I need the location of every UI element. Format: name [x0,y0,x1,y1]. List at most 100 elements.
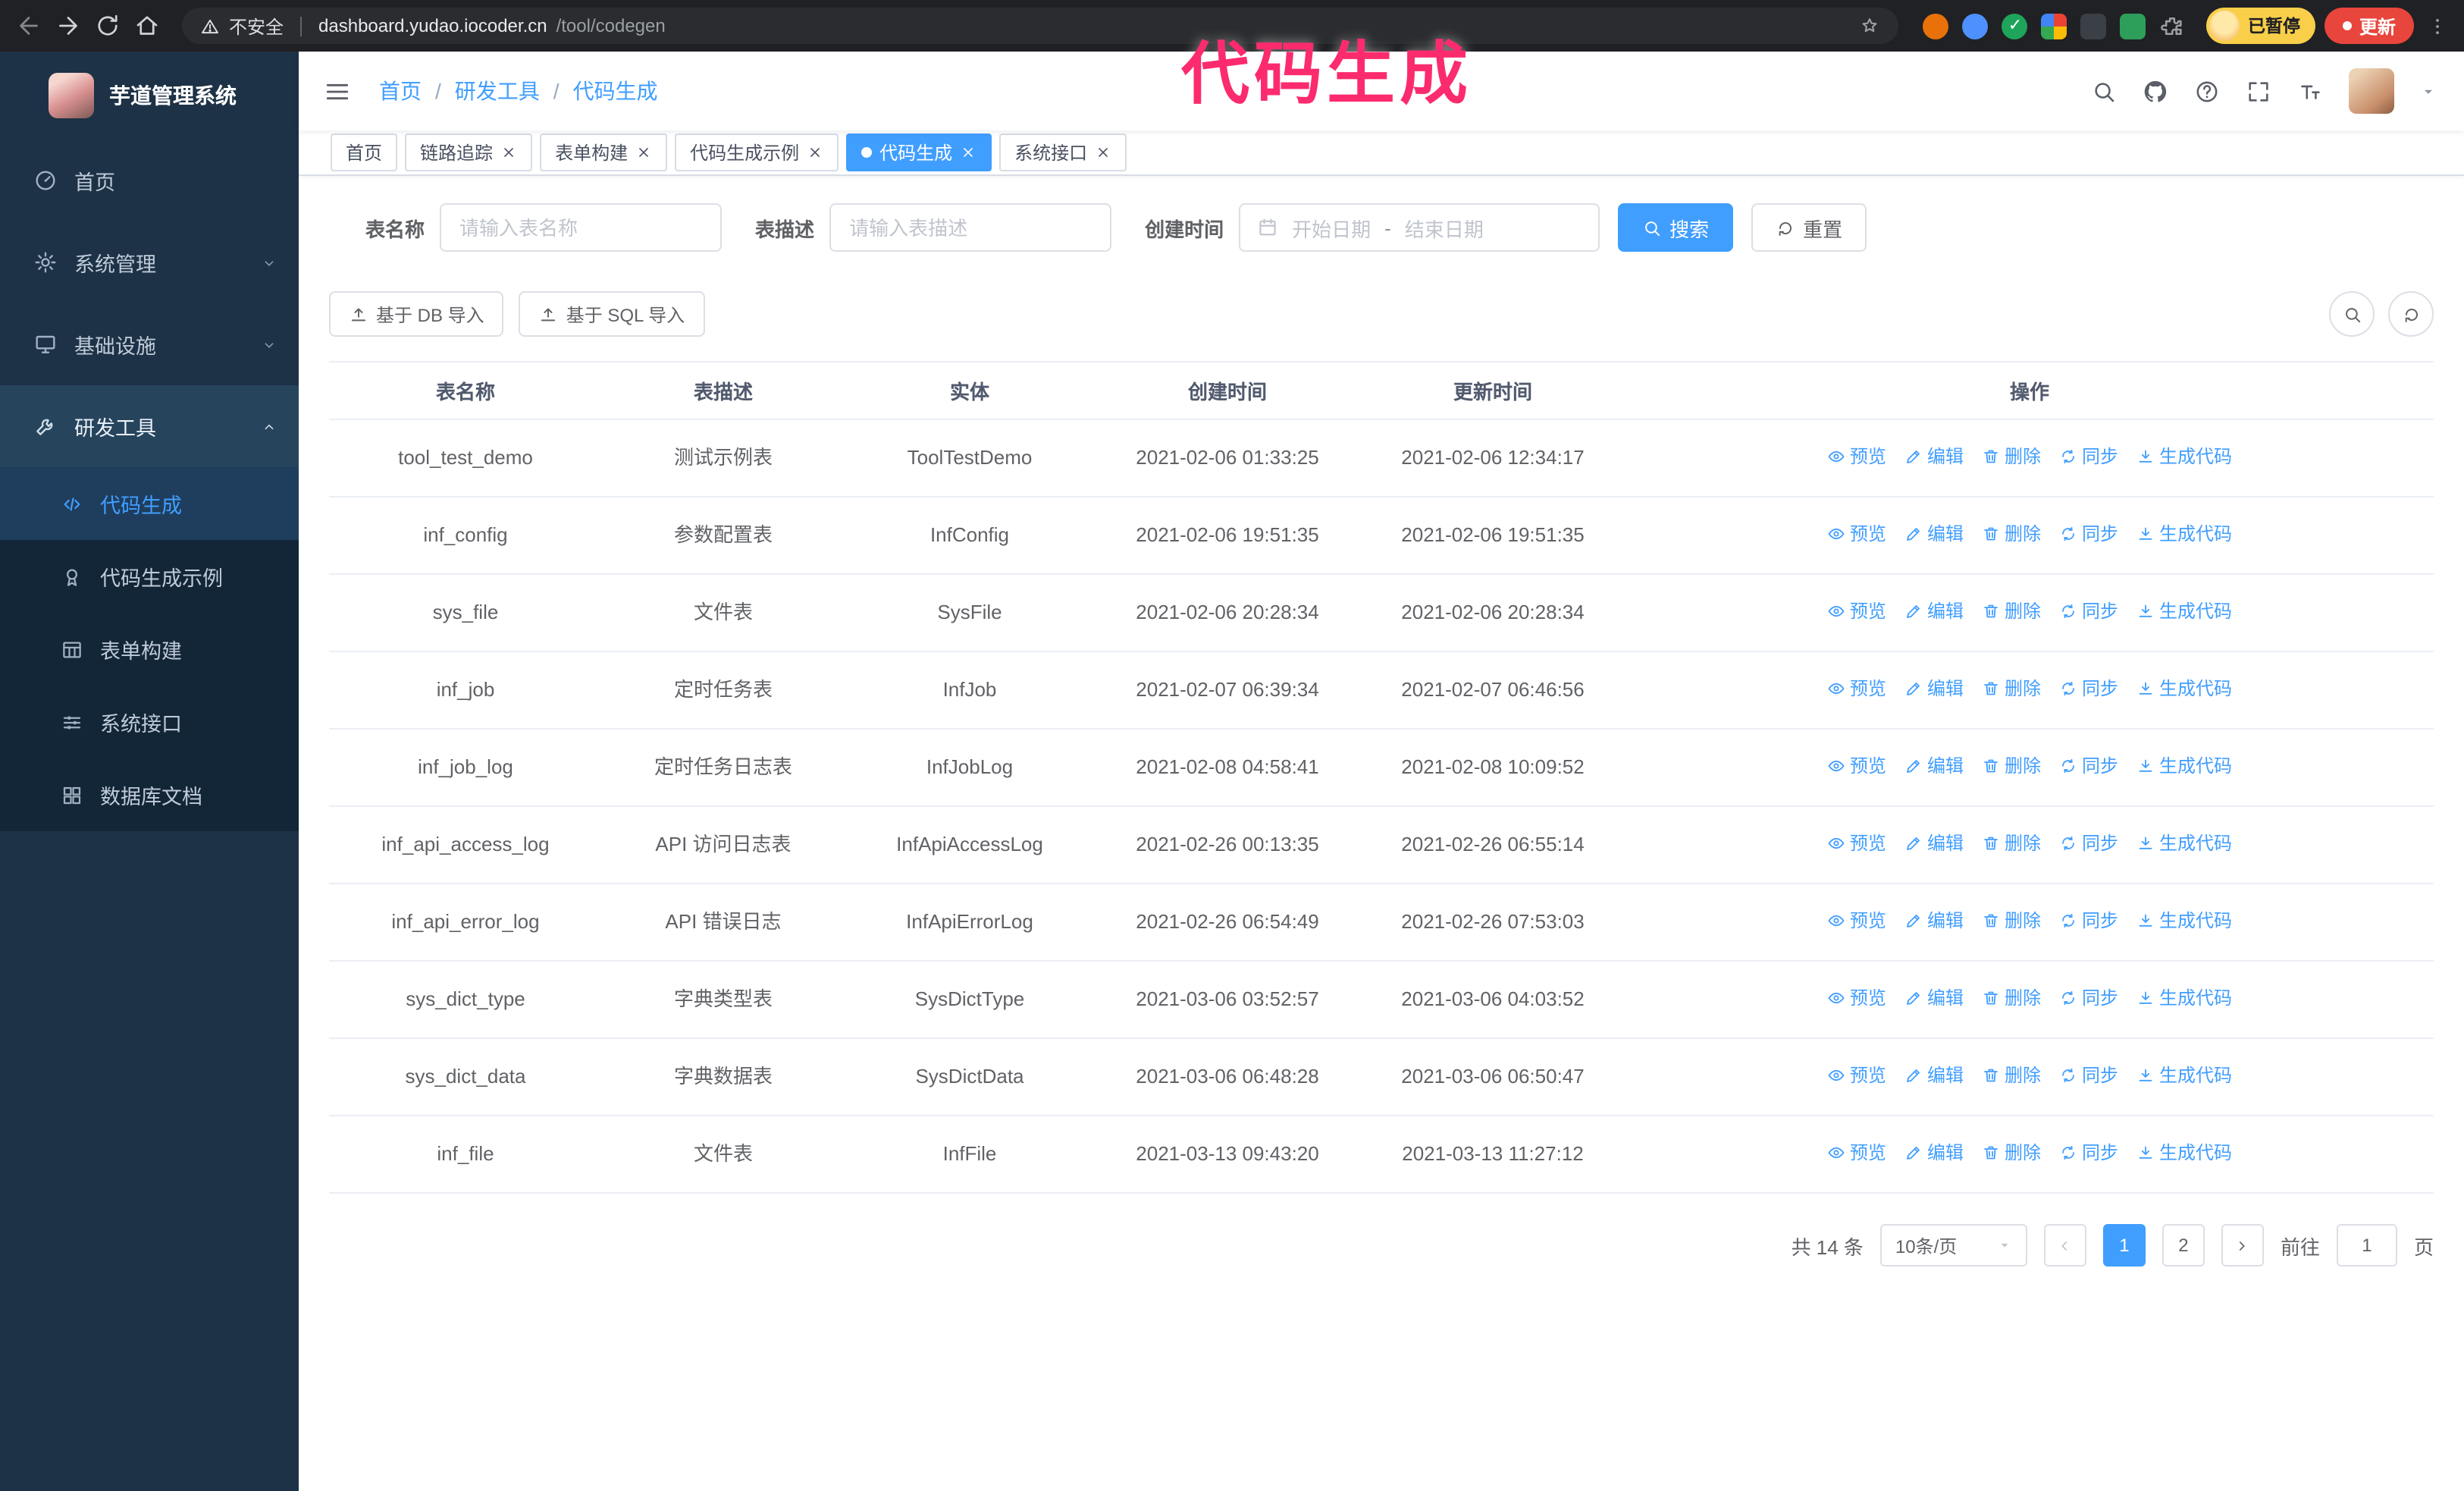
sidebar-item-form-builder[interactable]: 表单构建 [0,613,299,686]
extension-icon-green-check[interactable]: ✓ [2002,13,2028,39]
delete-link[interactable]: 删除 [1982,520,2041,548]
delete-link[interactable]: 删除 [1982,830,2041,857]
preview-link[interactable]: 预览 [1827,1062,1886,1089]
extension-icon-blue[interactable] [1962,13,1989,39]
breadcrumb-item[interactable]: 首页 [379,76,422,106]
delete-link[interactable]: 删除 [1982,752,2041,780]
import-sql-button[interactable]: 基于 SQL 导入 [519,291,705,337]
sync-link[interactable]: 同步 [2059,1139,2118,1166]
edit-link[interactable]: 编辑 [1904,1139,1964,1166]
sidebar-item-system[interactable]: 系统管理 [0,221,299,303]
tab-codegen[interactable]: 代码生成 [846,133,992,171]
search-icon[interactable] [2091,78,2117,104]
preview-link[interactable]: 预览 [1827,752,1886,780]
generate-code-link[interactable]: 生成代码 [2136,1062,2232,1089]
extension-icon-leaf[interactable] [2120,13,2146,39]
sidebar-item-db-doc[interactable]: 数据库文档 [0,758,299,831]
refresh-table-button[interactable] [2388,291,2434,337]
tab-close-icon[interactable] [1095,144,1111,161]
edit-link[interactable]: 编辑 [1904,598,1964,625]
preview-link[interactable]: 预览 [1827,520,1886,548]
import-db-button[interactable]: 基于 DB 导入 [329,291,504,337]
sidebar-item-codegen[interactable]: 代码生成 [0,467,299,540]
browser-reload-button[interactable] [94,12,121,39]
sync-link[interactable]: 同步 [2059,675,2118,702]
edit-link[interactable]: 编辑 [1904,830,1964,857]
sync-link[interactable]: 同步 [2059,984,2118,1012]
generate-code-link[interactable]: 生成代码 [2136,520,2232,548]
preview-link[interactable]: 预览 [1827,675,1886,702]
edit-link[interactable]: 编辑 [1904,443,1964,470]
tab-api[interactable]: 系统接口 [999,133,1127,171]
reset-button[interactable]: 重置 [1751,203,1867,252]
tab-close-icon[interactable] [807,144,823,161]
edit-link[interactable]: 编辑 [1904,907,1964,934]
bookmark-star-icon[interactable] [1860,15,1881,36]
search-button[interactable]: 搜索 [1618,203,1734,252]
date-range-picker[interactable]: 开始日期 - 结束日期 [1239,203,1600,252]
tab-close-icon[interactable] [960,144,977,161]
generate-code-link[interactable]: 生成代码 [2136,830,2232,857]
browser-home-button[interactable] [133,12,161,39]
preview-link[interactable]: 预览 [1827,984,1886,1012]
generate-code-link[interactable]: 生成代码 [2136,598,2232,625]
delete-link[interactable]: 删除 [1982,1062,2041,1089]
sidebar-item-api[interactable]: 系统接口 [0,686,299,758]
sidebar-item-codegen-example[interactable]: 代码生成示例 [0,540,299,613]
browser-forward-button[interactable] [55,12,82,39]
tab-close-icon[interactable] [500,144,517,161]
edit-link[interactable]: 编辑 [1904,984,1964,1012]
update-button[interactable]: 更新 [2324,8,2414,44]
generate-code-link[interactable]: 生成代码 [2136,675,2232,702]
extension-icon-dark[interactable] [2080,13,2107,39]
tab-close-icon[interactable] [635,144,652,161]
generate-code-link[interactable]: 生成代码 [2136,984,2232,1012]
edit-link[interactable]: 编辑 [1904,675,1964,702]
page-button-1[interactable]: 1 [2102,1224,2146,1267]
table-desc-input[interactable] [829,203,1112,252]
chevron-down-icon[interactable] [2420,83,2437,99]
edit-link[interactable]: 编辑 [1904,752,1964,780]
page-size-select[interactable]: 10条/页 [1879,1224,2027,1267]
generate-code-link[interactable]: 生成代码 [2136,443,2232,470]
sidebar-item-infra[interactable]: 基础设施 [0,303,299,385]
browser-menu-icon[interactable] [2426,14,2449,37]
delete-link[interactable]: 删除 [1982,907,2041,934]
sync-link[interactable]: 同步 [2059,443,2118,470]
tab-codegen-example[interactable]: 代码生成示例 [675,133,839,171]
sidebar-item-devtools[interactable]: 研发工具 [0,385,299,467]
preview-link[interactable]: 预览 [1827,443,1886,470]
delete-link[interactable]: 删除 [1982,1139,2041,1166]
expand-icon[interactable] [2246,78,2271,104]
generate-code-link[interactable]: 生成代码 [2136,907,2232,934]
delete-link[interactable]: 删除 [1982,675,2041,702]
preview-link[interactable]: 预览 [1827,598,1886,625]
preview-link[interactable]: 预览 [1827,830,1886,857]
question-icon[interactable] [2194,78,2220,104]
sync-link[interactable]: 同步 [2059,1062,2118,1089]
delete-link[interactable]: 删除 [1982,598,2041,625]
profile-chip[interactable]: 已暂停 [2206,8,2315,44]
edit-link[interactable]: 编辑 [1904,1062,1964,1089]
hamburger-icon[interactable] [323,77,352,105]
github-icon[interactable] [2143,78,2168,104]
sidebar-item-home[interactable]: 首页 [0,140,299,221]
page-button-2[interactable]: 2 [2161,1224,2205,1267]
prev-page-button[interactable] [2043,1224,2086,1267]
sync-link[interactable]: 同步 [2059,907,2118,934]
tab-tracer[interactable]: 链路追踪 [405,133,533,171]
edit-link[interactable]: 编辑 [1904,520,1964,548]
delete-link[interactable]: 删除 [1982,443,2041,470]
sync-link[interactable]: 同步 [2059,752,2118,780]
preview-link[interactable]: 预览 [1827,907,1886,934]
preview-link[interactable]: 预览 [1827,1139,1886,1166]
extension-grid-icon[interactable] [2041,13,2067,39]
toggle-search-button[interactable] [2329,291,2375,337]
goto-page-input[interactable] [2336,1224,2397,1267]
sync-link[interactable]: 同步 [2059,598,2118,625]
generate-code-link[interactable]: 生成代码 [2136,1139,2232,1166]
puzzle-icon[interactable] [2160,13,2186,39]
delete-link[interactable]: 删除 [1982,984,2041,1012]
sync-link[interactable]: 同步 [2059,520,2118,548]
user-avatar[interactable] [2349,68,2394,114]
